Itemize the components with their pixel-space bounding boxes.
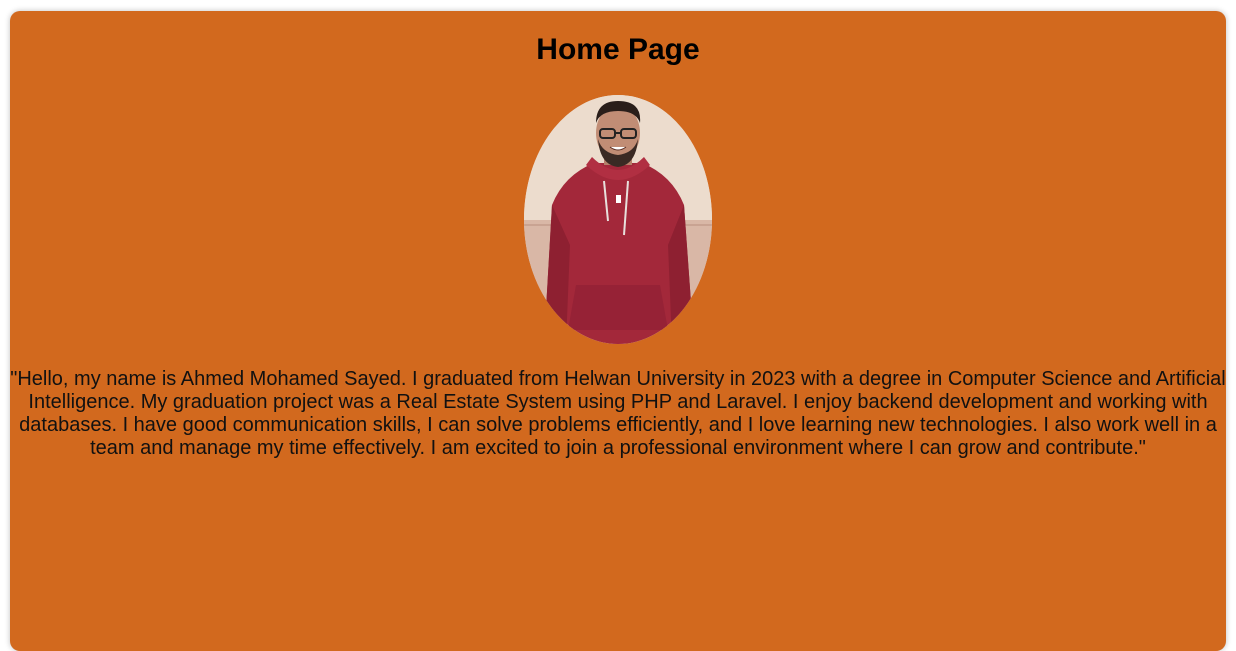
bio-paragraph: "Hello, my name is Ahmed Mohamed Sayed. … bbox=[10, 368, 1226, 459]
profile-photo bbox=[524, 95, 712, 344]
page-title: Home Page bbox=[536, 33, 700, 66]
home-page-card: Home Page "Hello, my name is Ahmed Moham… bbox=[10, 11, 1226, 651]
